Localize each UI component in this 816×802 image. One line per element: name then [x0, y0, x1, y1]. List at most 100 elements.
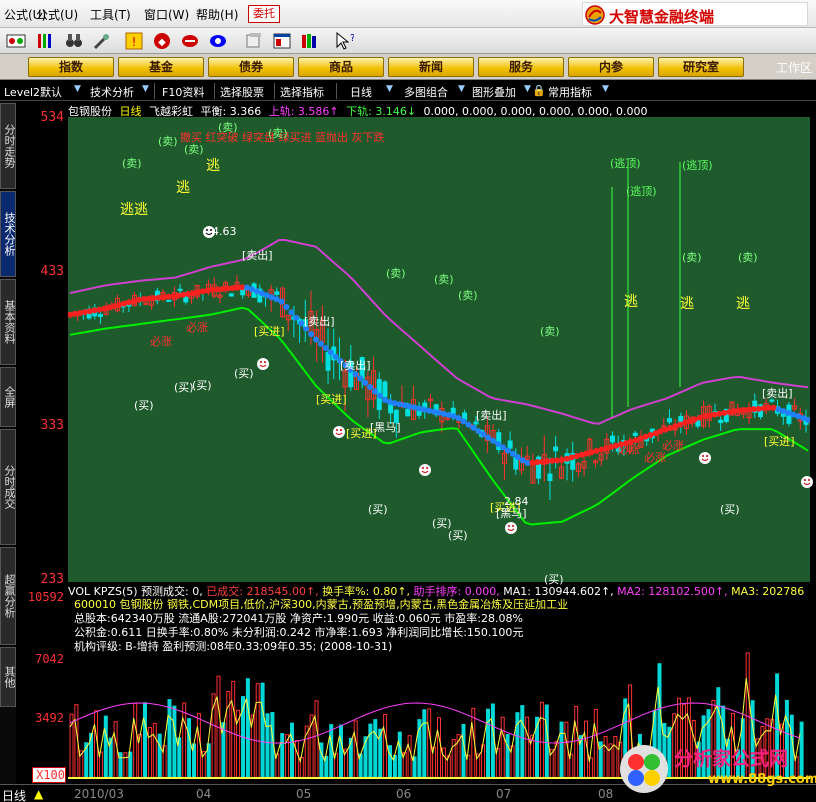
books-icon[interactable] [300, 31, 320, 51]
dropdown-arrow-icon[interactable]: ▼ [386, 84, 393, 94]
dropdown-arrow-icon[interactable]: ▼ [74, 84, 81, 94]
balance-dot [568, 454, 575, 461]
volume-axis-label: 10592 [27, 590, 64, 604]
balance-dot [460, 418, 467, 425]
date-label: 04 [196, 787, 212, 801]
nav-commodity[interactable]: 商品 [298, 57, 384, 77]
upper-band-line [69, 239, 809, 425]
balance-dot [372, 388, 378, 395]
buy-mark: (买) [720, 503, 740, 516]
sync-icon[interactable] [208, 31, 228, 51]
must-rise-label: 必涨 [186, 321, 208, 334]
bar-pattern-icon[interactable] [36, 31, 56, 51]
candlestick-icon[interactable] [6, 31, 26, 51]
balance-dot [175, 292, 182, 299]
balance-dot [421, 406, 428, 413]
volume-axis-label: 7042 [35, 652, 64, 666]
chart-header: 包钢股份 日线 飞越彩虹 平衡: 3.366 上轨: 3.586↑ 下轨: 3.… [68, 103, 651, 118]
sidetab-tech-analysis[interactable]: 技术分析 [0, 191, 16, 277]
volume-bar [196, 713, 201, 779]
bottom-period[interactable]: 日线 [2, 787, 26, 802]
price-chart[interactable]: 撤买 红突破 绿突盘 绿买进 蓝抛出 灰下跌 逃 逃 逃逃 逃 逃 逃 (逃顶)… [68, 117, 813, 586]
nav-news[interactable]: 新闻 [388, 57, 474, 77]
candle-body [450, 407, 456, 415]
print-icon[interactable]: ◆ [152, 31, 172, 51]
binoculars-icon[interactable] [64, 31, 84, 51]
nav-insider[interactable]: 内参 [568, 57, 654, 77]
sidetab-fullscreen[interactable]: 全屏 [0, 367, 16, 427]
balance-dot [475, 428, 482, 435]
func-f10[interactable]: F10资料 [162, 84, 204, 100]
sell-signal: [卖出] [304, 315, 335, 328]
balance-dot [593, 447, 600, 454]
buy-mark: (买) [192, 379, 212, 392]
menu-formula-2[interactable]: 公式(U) [36, 6, 78, 23]
menu-help[interactable]: 帮助(H) [196, 6, 238, 23]
sidetab-tick-trade[interactable]: 分时成交 [0, 429, 16, 545]
func-tech-analysis[interactable]: 技术分析 [90, 84, 134, 100]
smiley-icon [257, 358, 269, 370]
volume-bar [490, 703, 495, 779]
triangle-up-icon[interactable]: ▲ [34, 787, 43, 801]
entrust-button[interactable]: 委托 [248, 5, 280, 23]
volume-bar [603, 736, 608, 779]
separator [336, 83, 337, 99]
date-label: 06 [396, 787, 412, 801]
price-axis-label: 233 [40, 572, 64, 587]
f10-icon[interactable] [180, 31, 200, 51]
tools-icon[interactable] [92, 31, 112, 51]
separator [274, 83, 275, 99]
date-label: 08 [598, 787, 614, 801]
balance-dot [504, 447, 511, 454]
nav-service[interactable]: 服务 [478, 57, 564, 77]
lock-icon[interactable]: 🔒 [532, 84, 546, 97]
balance-dot [288, 309, 295, 316]
top-escape-label: (逃顶) [626, 185, 657, 198]
func-overlay[interactable]: 图形叠加 [472, 84, 516, 100]
sidetab-timeshare[interactable]: 分时走势 [0, 103, 16, 189]
balance-dot [357, 375, 364, 382]
escape-label: 逃 [624, 294, 638, 310]
dropdown-arrow-icon[interactable]: ▼ [602, 84, 609, 94]
candle-body [632, 432, 638, 436]
volume-bar [441, 747, 446, 779]
help-cursor-icon[interactable]: ? [334, 31, 354, 51]
workspace-label[interactable]: 工作区 [776, 59, 812, 76]
sidetab-super-analysis[interactable]: 超赢分析 [0, 547, 16, 645]
nav-bond[interactable]: 债券 [208, 57, 294, 77]
menu-window[interactable]: 窗口(W) [144, 6, 189, 23]
dropdown-arrow-icon[interactable]: ▼ [524, 84, 531, 94]
func-level2[interactable]: Level2默认 [4, 84, 62, 100]
func-multi-chart[interactable]: 多图组合 [404, 84, 448, 100]
volume-bar [118, 752, 123, 779]
buy-signal: [买进] [316, 393, 347, 406]
candle-body [228, 293, 234, 297]
sell-mark: (卖) [386, 267, 406, 280]
nav-index[interactable]: 指数 [28, 57, 114, 77]
volume-bar [152, 722, 157, 779]
func-daily[interactable]: 日线 [350, 84, 372, 100]
sell-mark: (卖) [434, 273, 454, 286]
must-rise-label: 必涨 [150, 335, 172, 348]
menu-bar: 公式(U) 公式(U) 工具(T) 窗口(W) 帮助(H) 委托 大智慧金融终端 [0, 0, 816, 28]
volume-bar [368, 723, 373, 779]
top-escape-label: (逃顶) [610, 157, 641, 170]
menu-tools[interactable]: 工具(T) [90, 6, 131, 23]
volume-bar [525, 716, 530, 779]
nav-fund[interactable]: 基金 [118, 57, 204, 77]
brand-title: 大智慧金融终端 [609, 8, 715, 26]
sidetab-other[interactable]: 其他 [0, 647, 16, 707]
window-icon[interactable] [272, 31, 292, 51]
func-select-indicator[interactable]: 选择指标 [280, 84, 324, 100]
alert-icon[interactable]: ! [124, 31, 144, 51]
balance-dot [490, 437, 497, 444]
candle-body [547, 473, 553, 481]
func-select-stock[interactable]: 选择股票 [220, 84, 264, 100]
dropdown-arrow-icon[interactable]: ▼ [458, 84, 465, 94]
dropdown-arrow-icon[interactable]: ▼ [142, 84, 149, 94]
nav-research[interactable]: 研究室 [658, 57, 744, 77]
sidetab-basic-info[interactable]: 基本资料 [0, 279, 16, 365]
func-common-indicator[interactable]: 常用指标 [548, 84, 592, 100]
balance-dot [199, 288, 206, 295]
copy-icon[interactable] [244, 31, 264, 51]
